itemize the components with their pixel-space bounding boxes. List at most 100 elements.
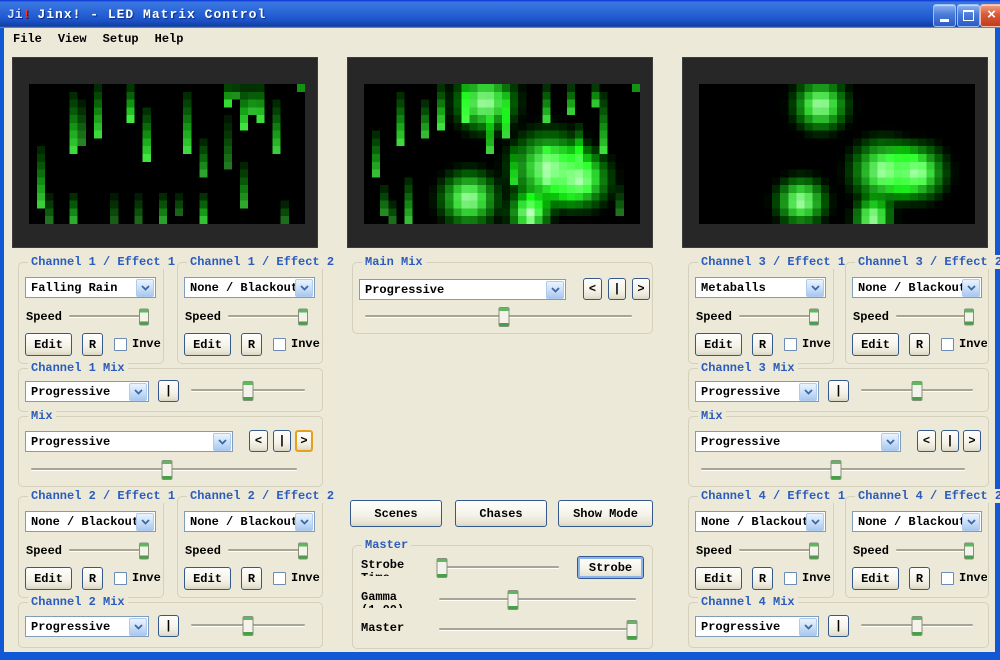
mix-slider[interactable] (29, 459, 299, 481)
dropdown-arrow-icon[interactable] (962, 513, 980, 531)
effect-select[interactable]: None / Blackout (695, 511, 826, 532)
menu-setup[interactable]: Setup (103, 32, 139, 46)
mix-slider[interactable] (699, 459, 967, 481)
edit-button[interactable]: Edit (695, 567, 742, 590)
mix-select[interactable]: Progressive (695, 616, 819, 637)
slider-thumb[interactable] (809, 543, 819, 560)
random-button[interactable]: R (752, 567, 773, 590)
mix-slider[interactable] (859, 615, 975, 637)
random-button[interactable]: R (241, 333, 262, 356)
strobe-slider[interactable] (437, 557, 561, 579)
menu-view[interactable]: View (58, 32, 87, 46)
slider-thumb[interactable] (243, 381, 254, 401)
next-button[interactable]: > (963, 430, 981, 452)
slider-thumb[interactable] (964, 543, 974, 560)
pause-button[interactable]: | (828, 380, 849, 402)
maximize-button[interactable] (957, 4, 980, 27)
prev-button[interactable]: < (583, 278, 602, 300)
chases-button[interactable]: Chases (455, 500, 547, 527)
pause-button[interactable]: | (158, 615, 179, 637)
main-mix-slider[interactable] (363, 307, 634, 327)
speed-slider[interactable] (226, 307, 310, 327)
pause-button[interactable]: | (273, 430, 291, 452)
effect-select[interactable]: None / Blackout (25, 511, 156, 532)
invert-checkbox[interactable] (114, 338, 127, 351)
dropdown-arrow-icon[interactable] (546, 281, 564, 299)
random-button[interactable]: R (241, 567, 262, 590)
show-mode-button[interactable]: Show Mode (558, 500, 653, 527)
mix-slider[interactable] (189, 380, 307, 402)
random-button[interactable]: R (82, 567, 103, 590)
slider-thumb[interactable] (809, 309, 819, 326)
pause-button[interactable]: | (941, 430, 959, 452)
next-button[interactable]: > (632, 278, 650, 300)
edit-button[interactable]: Edit (184, 333, 231, 356)
speed-slider[interactable] (894, 307, 976, 327)
pause-button[interactable]: | (828, 615, 849, 637)
dropdown-arrow-icon[interactable] (799, 383, 817, 401)
dropdown-arrow-icon[interactable] (881, 433, 899, 451)
speed-slider[interactable] (67, 541, 151, 561)
edit-button[interactable]: Edit (25, 567, 72, 590)
edit-button[interactable]: Edit (852, 333, 899, 356)
slider-thumb[interactable] (298, 543, 308, 560)
pause-button[interactable]: | (608, 278, 626, 300)
slider-thumb[interactable] (912, 381, 923, 401)
strobe-button[interactable]: Strobe (577, 556, 644, 579)
random-button[interactable]: R (909, 333, 930, 356)
effect-select[interactable]: None / Blackout (852, 277, 982, 298)
slider-thumb[interactable] (139, 543, 149, 560)
edit-button[interactable]: Edit (184, 567, 231, 590)
dropdown-arrow-icon[interactable] (213, 433, 231, 451)
mix-slider[interactable] (859, 380, 975, 402)
effect-select[interactable]: None / Blackout (184, 277, 315, 298)
speed-slider[interactable] (894, 541, 976, 561)
dropdown-arrow-icon[interactable] (806, 279, 824, 297)
slider-thumb[interactable] (139, 309, 149, 326)
slider-thumb[interactable] (161, 460, 172, 480)
invert-checkbox[interactable] (941, 572, 954, 585)
main-mix-select[interactable]: Progressive (359, 279, 566, 300)
slider-thumb[interactable] (508, 590, 519, 610)
mix-select[interactable]: Progressive (25, 431, 233, 452)
invert-checkbox[interactable] (784, 572, 797, 585)
mix-select[interactable]: Progressive (25, 616, 149, 637)
slider-thumb[interactable] (912, 616, 923, 636)
dropdown-arrow-icon[interactable] (962, 279, 980, 297)
slider-thumb[interactable] (498, 307, 509, 327)
invert-checkbox[interactable] (273, 572, 286, 585)
dropdown-arrow-icon[interactable] (799, 618, 817, 636)
slider-thumb[interactable] (626, 620, 637, 640)
effect-select[interactable]: None / Blackout (184, 511, 315, 532)
speed-slider[interactable] (226, 541, 310, 561)
edit-button[interactable]: Edit (852, 567, 899, 590)
speed-slider[interactable] (67, 307, 151, 327)
edit-button[interactable]: Edit (695, 333, 742, 356)
mix-select[interactable]: Progressive (25, 381, 149, 402)
random-button[interactable]: R (909, 567, 930, 590)
dropdown-arrow-icon[interactable] (295, 279, 313, 297)
next-button[interactable]: > (295, 430, 313, 452)
mix-slider[interactable] (189, 615, 307, 637)
speed-slider[interactable] (737, 307, 821, 327)
prev-button[interactable]: < (917, 430, 936, 452)
slider-thumb[interactable] (830, 460, 841, 480)
slider-thumb[interactable] (298, 309, 308, 326)
invert-checkbox[interactable] (273, 338, 286, 351)
dropdown-arrow-icon[interactable] (136, 279, 154, 297)
dropdown-arrow-icon[interactable] (806, 513, 824, 531)
random-button[interactable]: R (752, 333, 773, 356)
gamma-slider[interactable] (437, 589, 638, 611)
menu-help[interactable]: Help (155, 32, 184, 46)
minimize-button[interactable] (933, 4, 956, 27)
effect-select[interactable]: None / Blackout (852, 511, 982, 532)
edit-button[interactable]: Edit (25, 333, 72, 356)
dropdown-arrow-icon[interactable] (129, 383, 147, 401)
effect-select[interactable]: Metaballs (695, 277, 826, 298)
dropdown-arrow-icon[interactable] (129, 618, 147, 636)
pause-button[interactable]: | (158, 380, 179, 402)
random-button[interactable]: R (82, 333, 103, 356)
mix-select[interactable]: Progressive (695, 431, 901, 452)
invert-checkbox[interactable] (784, 338, 797, 351)
dropdown-arrow-icon[interactable] (136, 513, 154, 531)
